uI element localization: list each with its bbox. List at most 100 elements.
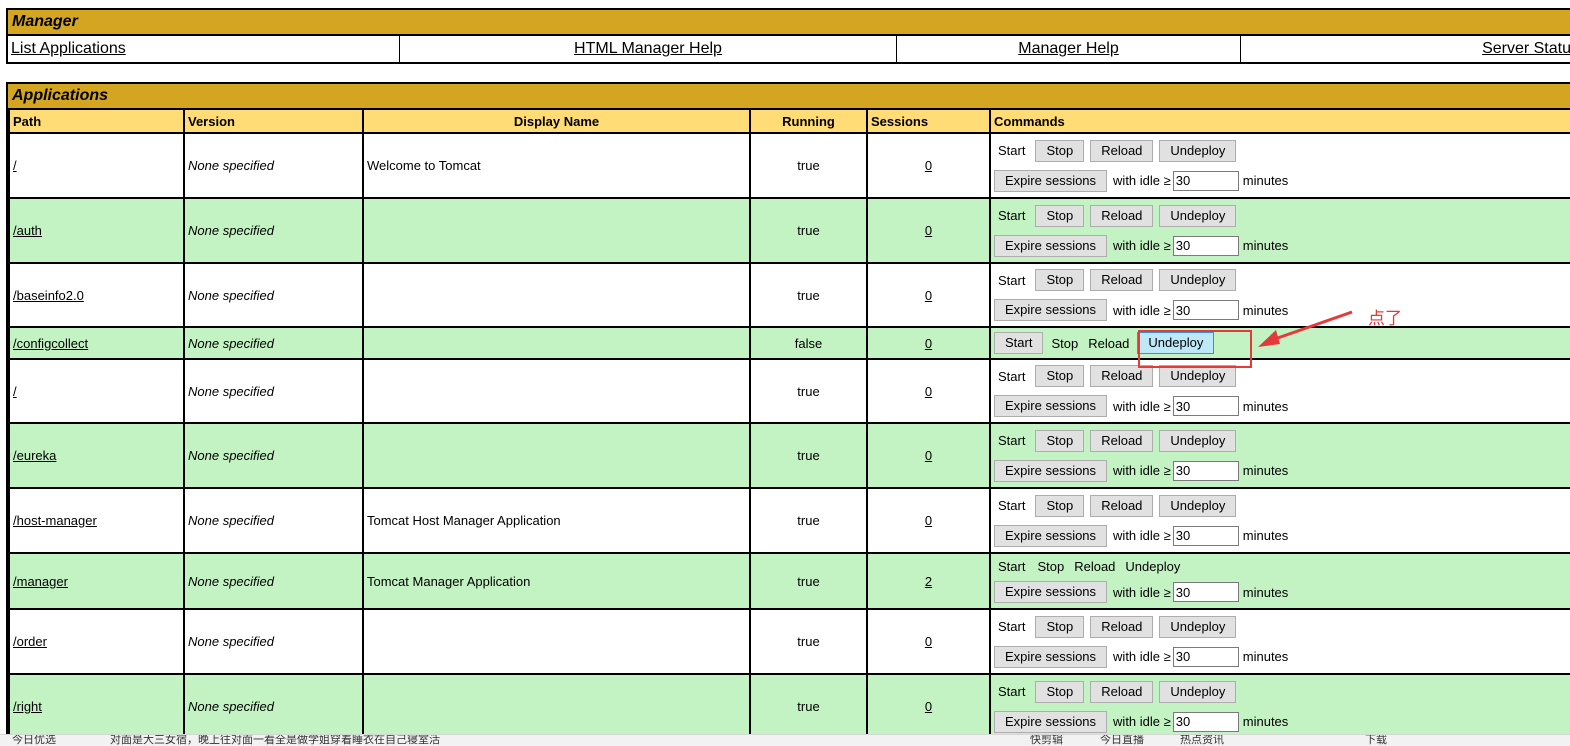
app-running: true (749, 552, 868, 610)
app-path-link[interactable]: /right (13, 699, 42, 714)
expire-sessions-button[interactable]: Expire sessions (994, 645, 1108, 668)
app-path-link[interactable]: / (13, 384, 17, 399)
col-running: Running (749, 110, 868, 134)
stop-button[interactable]: Stop (1035, 494, 1085, 517)
stop-button[interactable]: Stop (1035, 139, 1085, 162)
reload-button[interactable]: Reload (1090, 139, 1154, 162)
start-text: Start (998, 143, 1026, 158)
app-version: None specified (183, 422, 364, 489)
idle-minutes-input[interactable] (1172, 300, 1239, 320)
reload-button[interactable]: Reload (1090, 204, 1154, 227)
idle-minutes-input[interactable] (1172, 711, 1239, 732)
app-sessions-link[interactable]: 0 (925, 634, 932, 649)
with-idle-label: with idle ≥ (1113, 528, 1171, 543)
idle-minutes-input[interactable] (1172, 396, 1239, 416)
app-running: true (749, 262, 868, 328)
status-item[interactable]: 对面是大三女宿，晚上往对面一看全是做学姐穿着睡衣在自己寝室活 (110, 735, 440, 746)
app-commands: Start Stop Reload Undeploy (989, 326, 1570, 360)
expire-sessions-button[interactable]: Expire sessions (994, 395, 1108, 417)
idle-minutes-input[interactable] (1172, 460, 1239, 481)
expire-sessions-button[interactable]: Expire sessions (994, 299, 1108, 321)
app-version: None specified (183, 673, 364, 740)
app-sessions-link[interactable]: 0 (925, 513, 932, 528)
status-item[interactable]: 今日优选 (12, 735, 56, 746)
html-manager-help-link[interactable]: HTML Manager Help (574, 40, 722, 57)
idle-minutes-input[interactable] (1172, 582, 1239, 602)
undeploy-button[interactable]: Undeploy (1159, 680, 1237, 703)
app-path-link[interactable]: /configcollect (13, 336, 88, 351)
app-display-name (362, 673, 751, 740)
expire-sessions-button[interactable]: Expire sessions (994, 459, 1108, 482)
stop-button[interactable]: Stop (1035, 429, 1085, 452)
server-status-link[interactable]: Server Status (1482, 40, 1570, 57)
app-sessions-link[interactable]: 2 (925, 574, 932, 589)
list-applications-link[interactable]: List Applications (11, 40, 126, 57)
status-item[interactable]: 今日直播 (1100, 735, 1144, 746)
undeploy-button[interactable]: Undeploy (1137, 332, 1215, 354)
app-sessions-link[interactable]: 0 (925, 336, 932, 351)
status-item[interactable]: 热点资讯 (1180, 735, 1224, 746)
idle-minutes-input[interactable] (1172, 525, 1239, 546)
minutes-label: minutes (1242, 398, 1289, 414)
expire-sessions-button[interactable]: Expire sessions (994, 524, 1108, 547)
reload-button[interactable]: Reload (1090, 494, 1154, 517)
stop-button[interactable]: Stop (1035, 269, 1085, 291)
stop-button[interactable]: Stop (1035, 615, 1085, 638)
undeploy-button[interactable]: Undeploy (1159, 269, 1237, 291)
idle-minutes-input[interactable] (1172, 235, 1239, 256)
status-item[interactable]: 下载 (1365, 735, 1387, 746)
app-running: false (749, 326, 868, 360)
minutes-label: minutes (1242, 302, 1289, 318)
app-path-link[interactable]: /order (13, 634, 47, 649)
idle-minutes-input[interactable] (1172, 170, 1239, 191)
app-version: None specified (183, 358, 364, 424)
applications-panel: Applications Path Version Display Name R… (6, 82, 1570, 742)
app-path-link[interactable]: /eureka (13, 448, 56, 463)
stop-button[interactable]: Stop (1035, 680, 1085, 703)
app-path-link[interactable]: / (13, 158, 17, 173)
idle-minutes-input[interactable] (1172, 646, 1239, 667)
app-commands: Start Stop Reload Undeploy Expire sessions wi… (989, 487, 1570, 554)
undeploy-button[interactable]: Undeploy (1159, 429, 1237, 452)
undeploy-button[interactable]: Undeploy (1159, 494, 1237, 517)
status-item[interactable]: 快剪辑 (1030, 735, 1063, 746)
table-row: /right None specified true 0 Start Stop Reload… (8, 673, 1570, 740)
stop-button[interactable]: Stop (1035, 204, 1085, 227)
expire-sessions-button[interactable]: Expire sessions (994, 581, 1108, 603)
undeploy-button[interactable]: Undeploy (1159, 139, 1237, 162)
app-path-link[interactable]: /manager (13, 574, 68, 589)
reload-button[interactable]: Reload (1090, 365, 1154, 387)
stop-text: Stop (1051, 335, 1079, 351)
reload-button[interactable]: Reload (1090, 615, 1154, 638)
expire-sessions-button[interactable]: Expire sessions (994, 234, 1108, 257)
app-display-name (362, 262, 751, 328)
browser-status-strip: 今日优选 对面是大三女宿，晚上往对面一看全是做学姐穿着睡衣在自己寝室活 快剪辑 … (0, 734, 1570, 746)
undeploy-button[interactable]: Undeploy (1159, 365, 1237, 387)
reload-button[interactable]: Reload (1090, 269, 1154, 291)
app-sessions-link[interactable]: 0 (925, 448, 932, 463)
reload-button[interactable]: Reload (1090, 680, 1154, 703)
manager-title: Manager (8, 10, 1570, 36)
app-sessions-link[interactable]: 0 (925, 288, 932, 303)
expire-sessions-button[interactable]: Expire sessions (994, 710, 1108, 733)
reload-button[interactable]: Reload (1090, 429, 1154, 452)
app-path-link[interactable]: /host-manager (13, 513, 97, 528)
app-sessions-link[interactable]: 0 (925, 223, 932, 238)
start-button[interactable]: Start (994, 332, 1044, 354)
undeploy-button[interactable]: Undeploy (1159, 615, 1237, 638)
app-path-link[interactable]: /auth (13, 223, 42, 238)
app-sessions-link[interactable]: 0 (925, 158, 932, 173)
app-sessions-link[interactable]: 0 (925, 384, 932, 399)
app-running: true (749, 608, 868, 675)
stop-button[interactable]: Stop (1035, 365, 1085, 387)
app-sessions-link[interactable]: 0 (925, 699, 932, 714)
table-row: / None specified true 0 Start Stop Reload Undep… (8, 358, 1570, 424)
app-version: None specified (183, 326, 364, 360)
app-running: true (749, 673, 868, 740)
manager-help-link[interactable]: Manager Help (1018, 40, 1119, 57)
table-row: /baseinfo2.0 None specified true 0 Start Stop… (8, 262, 1570, 328)
undeploy-button[interactable]: Undeploy (1159, 204, 1237, 227)
app-version: None specified (183, 132, 364, 199)
expire-sessions-button[interactable]: Expire sessions (994, 169, 1108, 192)
app-path-link[interactable]: /baseinfo2.0 (13, 288, 84, 303)
